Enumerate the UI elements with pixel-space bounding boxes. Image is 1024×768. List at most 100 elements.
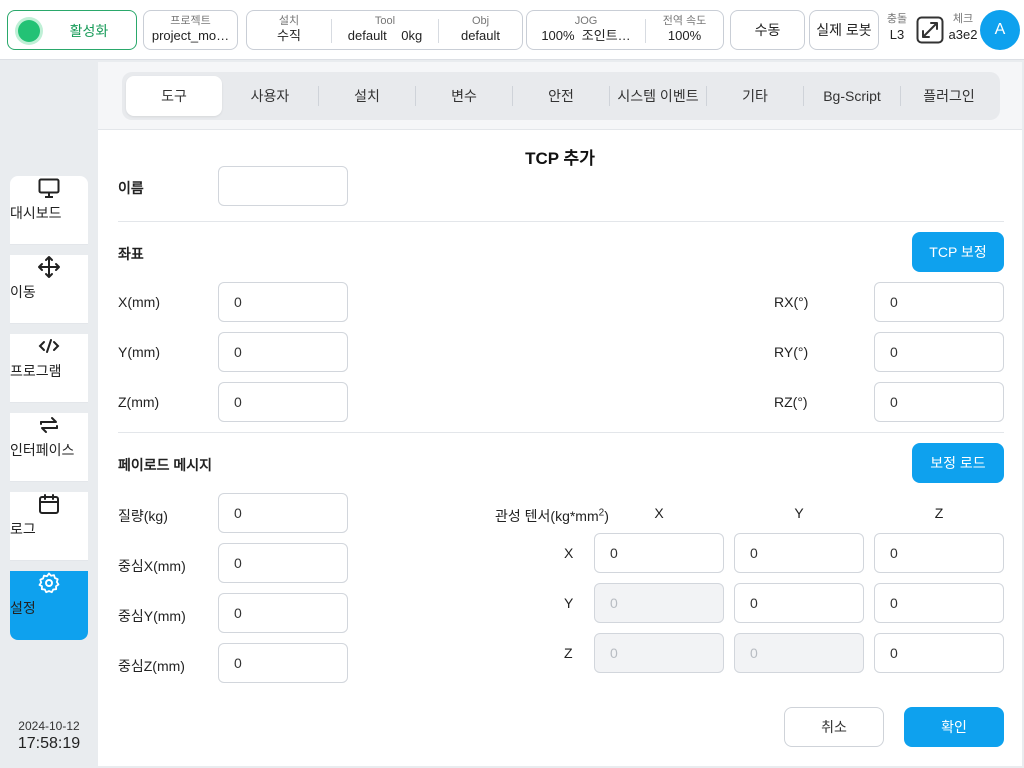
inertia-yz-input[interactable]: 0 — [874, 583, 1004, 623]
inertia-tensor-label: 관성 텐서(kg*mm2) — [495, 507, 609, 524]
center-z-input[interactable]: 0 — [218, 643, 348, 683]
calendar-icon — [39, 494, 59, 514]
rx-input[interactable]: 0 — [874, 282, 1004, 322]
sidebar-item-label: 인터페이스 — [10, 442, 75, 458]
center-z-label: 중심Z(mm) — [118, 658, 185, 674]
gear-icon — [38, 572, 60, 594]
manual-mode-button[interactable]: 수동 — [730, 10, 805, 50]
tab-etc[interactable]: 기타 — [707, 76, 803, 116]
rz-label: RZ(°) — [774, 394, 808, 410]
name-input[interactable] — [218, 166, 348, 206]
obj-section[interactable]: Obj default — [439, 11, 522, 49]
install-title: 설치 — [278, 15, 300, 27]
settings-panel: 도구 사용자 설치 변수 안전 시스템 이벤트 기타 Bg-Script 플러그… — [98, 62, 1022, 766]
inertia-zy-input: 0 — [734, 633, 864, 673]
settings-tabs: 도구 사용자 설치 변수 안전 시스템 이벤트 기타 Bg-Script 플러그… — [122, 72, 1000, 120]
sidebar-item-interface[interactable]: 인터페이스 — [10, 413, 88, 482]
sidebar-item-label: 로그 — [10, 521, 36, 537]
current-time: 17:58:19 — [17, 735, 81, 752]
section-divider — [118, 432, 1004, 433]
collision-level[interactable]: 충돌 L3 — [882, 12, 912, 44]
rz-input[interactable]: 0 — [874, 382, 1004, 422]
inertia-col-z: Z — [934, 505, 944, 521]
global-speed-value: 100% — [667, 28, 702, 43]
sidebar-item-dashboard[interactable]: 대시보드 — [10, 176, 88, 245]
sidebar-item-settings[interactable]: 설정 — [10, 571, 88, 640]
current-date: 2024-10-12 — [18, 719, 80, 733]
collision-title: 충돌 — [886, 13, 908, 25]
tab-bg-script[interactable]: Bg-Script — [804, 76, 900, 116]
global-speed-section[interactable]: 전역 속도 100% — [646, 11, 723, 49]
y-input[interactable]: 0 — [218, 332, 348, 372]
inertia-yy-input[interactable]: 0 — [734, 583, 864, 623]
checksum-title: 체크 — [952, 13, 974, 25]
inertia-xy-input[interactable]: 0 — [734, 533, 864, 573]
center-y-input[interactable]: 0 — [218, 593, 348, 633]
collision-value: L3 — [889, 27, 905, 42]
tab-plugin[interactable]: 플러그인 — [901, 76, 997, 116]
checksum-value: a3e2 — [948, 27, 978, 42]
jog-section[interactable]: JOG 100% 조인트… — [527, 11, 645, 49]
name-label: 이름 — [118, 180, 144, 196]
obj-title: Obj — [471, 15, 490, 27]
install-tool-obj-panel[interactable]: 설치 수직 Tool default 0kg Obj default — [246, 10, 523, 50]
jog-speed-panel[interactable]: JOG 100% 조인트… 전역 속도 100% — [526, 10, 724, 50]
monitor-icon — [38, 178, 60, 198]
mass-label: 질량(kg) — [118, 508, 168, 524]
tab-system-events[interactable]: 시스템 이벤트 — [610, 76, 706, 116]
sidebar-item-label: 프로그램 — [10, 363, 62, 379]
tab-install[interactable]: 설치 — [319, 76, 415, 116]
x-label: X(mm) — [118, 294, 160, 310]
move-icon — [38, 256, 60, 278]
x-input[interactable]: 0 — [218, 282, 348, 322]
tab-tool[interactable]: 도구 — [126, 76, 222, 116]
calibrate-load-button[interactable]: 보정 로드 — [912, 443, 1004, 483]
tab-safety[interactable]: 안전 — [513, 76, 609, 116]
section-divider — [118, 221, 1004, 222]
sidebar-item-program[interactable]: 프로그램 — [10, 334, 88, 403]
global-speed-title: 전역 속도 — [662, 15, 707, 27]
project-name: project_mo… — [151, 28, 230, 43]
user-avatar[interactable]: A — [980, 10, 1020, 50]
mass-input[interactable]: 0 — [218, 493, 348, 533]
sidebar-item-label: 이동 — [10, 284, 36, 300]
real-robot-button[interactable]: 실제 로봇 — [809, 10, 879, 50]
top-bar: 활성화 프로젝트 project_mo… 설치 수직 Tool default … — [0, 0, 1024, 60]
inertia-col-y: Y — [794, 505, 804, 521]
center-x-label: 중심X(mm) — [118, 558, 186, 574]
ry-label: RY(°) — [774, 344, 809, 360]
expand-icon[interactable] — [916, 16, 944, 44]
rx-label: RX(°) — [774, 294, 809, 310]
code-icon — [38, 339, 60, 353]
tab-user[interactable]: 사용자 — [222, 76, 318, 116]
confirm-button[interactable]: 확인 — [904, 707, 1004, 747]
sidebar-item-log[interactable]: 로그 — [10, 492, 88, 561]
status-label: 활성화 — [69, 23, 109, 39]
inertia-col-x: X — [654, 505, 664, 521]
jog-title: JOG — [574, 15, 598, 27]
center-x-input[interactable]: 0 — [218, 543, 348, 583]
project-title: 프로젝트 — [170, 15, 211, 27]
tool-section[interactable]: Tool default 0kg — [332, 11, 438, 49]
swap-icon — [40, 417, 58, 433]
sidebar-item-label: 대시보드 — [10, 205, 62, 221]
inertia-xz-input[interactable]: 0 — [874, 533, 1004, 573]
install-section[interactable]: 설치 수직 — [247, 11, 331, 49]
inertia-row-y: Y — [564, 595, 574, 611]
cancel-button[interactable]: 취소 — [784, 707, 884, 747]
inertia-zx-input: 0 — [594, 633, 724, 673]
z-input[interactable]: 0 — [218, 382, 348, 422]
inertia-zz-input[interactable]: 0 — [874, 633, 1004, 673]
status-indicator-icon — [18, 20, 40, 42]
tab-variables[interactable]: 변수 — [416, 76, 512, 116]
y-label: Y(mm) — [118, 344, 160, 360]
power-status-button[interactable]: 활성화 — [7, 10, 137, 50]
inertia-xx-input[interactable]: 0 — [594, 533, 724, 573]
jog-value: 100% 조인트… — [541, 28, 631, 43]
sidebar-item-move[interactable]: 이동 — [10, 255, 88, 324]
tcp-calibration-button[interactable]: TCP 보정 — [912, 232, 1004, 272]
project-selector[interactable]: 프로젝트 project_mo… — [143, 10, 238, 50]
tool-title: Tool — [374, 15, 396, 27]
ry-input[interactable]: 0 — [874, 332, 1004, 372]
payload-label: 페이로드 메시지 — [118, 457, 213, 473]
